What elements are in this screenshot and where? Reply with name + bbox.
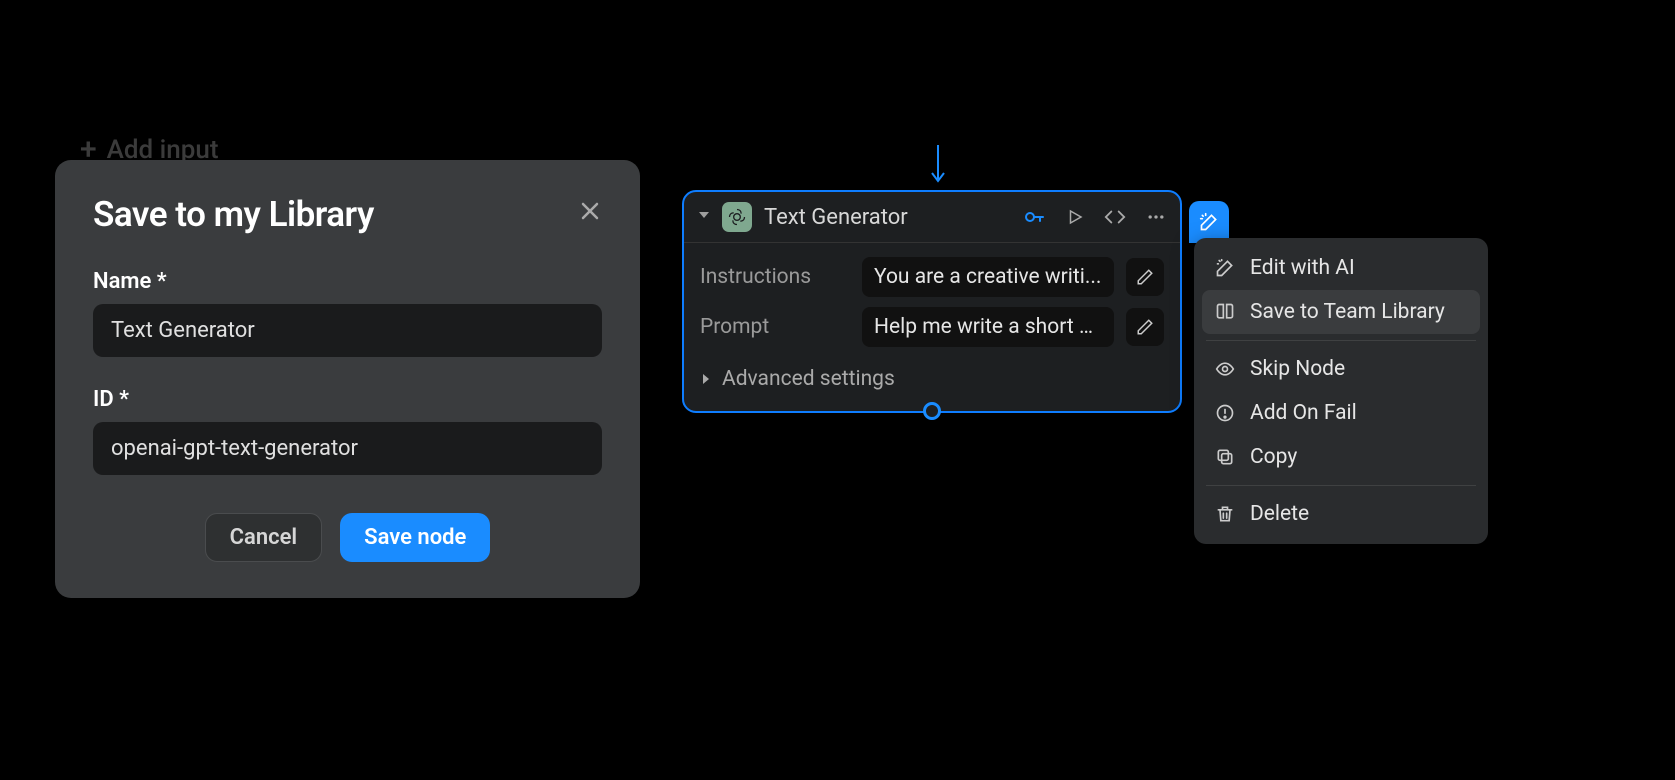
menu-copy[interactable]: Copy [1202,435,1480,479]
save-node-button[interactable]: Save node [340,513,490,562]
modal-header: Save to my Library [93,194,602,235]
menu-add-on-fail[interactable]: Add On Fail [1202,391,1480,435]
node-title: Text Generator [764,205,1010,230]
text-generator-node[interactable]: Text Generator Instructions You are a cr… [682,190,1182,413]
name-input[interactable] [93,304,602,357]
instructions-label: Instructions [700,265,850,289]
node-header: Text Generator [684,192,1180,243]
node-side-wand-button[interactable] [1189,201,1229,243]
incoming-arrow-icon [930,145,946,191]
menu-item-label: Copy [1250,445,1297,469]
node-output-port[interactable] [923,402,941,420]
prompt-label: Prompt [700,315,850,339]
save-library-modal: Save to my Library Name * ID * Cancel Sa… [55,160,640,598]
chevron-right-icon [700,373,712,385]
chevron-down-icon[interactable] [698,209,710,225]
id-input[interactable] [93,422,602,475]
node-field-prompt: Prompt Help me write a short s... [700,307,1164,347]
key-icon[interactable] [1022,205,1046,229]
openai-icon [722,202,752,232]
name-label: Name * [93,269,602,294]
modal-footer: Cancel Save node [93,513,602,562]
close-icon[interactable] [578,199,602,230]
menu-edit-with-ai[interactable]: Edit with AI [1202,246,1480,290]
node-context-menu: Edit with AI Save to Team Library Skip N… [1194,238,1488,544]
node-field-instructions: Instructions You are a creative writi... [700,257,1164,297]
copy-icon [1214,447,1236,467]
menu-separator [1206,485,1476,486]
book-icon [1214,302,1236,322]
prompt-value[interactable]: Help me write a short s... [862,307,1114,347]
menu-separator [1206,340,1476,341]
more-icon[interactable] [1146,207,1166,227]
menu-delete[interactable]: Delete [1202,492,1480,536]
advanced-settings-toggle[interactable]: Advanced settings [700,357,1164,403]
menu-item-label: Save to Team Library [1250,300,1445,324]
menu-item-label: Delete [1250,502,1309,526]
pencil-icon[interactable] [1126,258,1164,296]
play-icon[interactable] [1066,208,1084,226]
pencil-icon[interactable] [1126,308,1164,346]
menu-save-team-library[interactable]: Save to Team Library [1202,290,1480,334]
wand-icon [1214,258,1236,278]
advanced-settings-label: Advanced settings [722,367,895,391]
menu-item-label: Add On Fail [1250,401,1357,425]
modal-title: Save to my Library [93,194,374,235]
menu-item-label: Skip Node [1250,357,1345,381]
menu-skip-node[interactable]: Skip Node [1202,347,1480,391]
trash-icon [1214,504,1236,524]
eye-icon [1214,359,1236,379]
alert-icon [1214,403,1236,423]
code-icon[interactable] [1104,206,1126,228]
cancel-button[interactable]: Cancel [205,513,323,562]
menu-item-label: Edit with AI [1250,256,1355,280]
id-label: ID * [93,387,602,412]
node-body: Instructions You are a creative writi...… [684,243,1180,411]
instructions-value[interactable]: You are a creative writi... [862,257,1114,297]
